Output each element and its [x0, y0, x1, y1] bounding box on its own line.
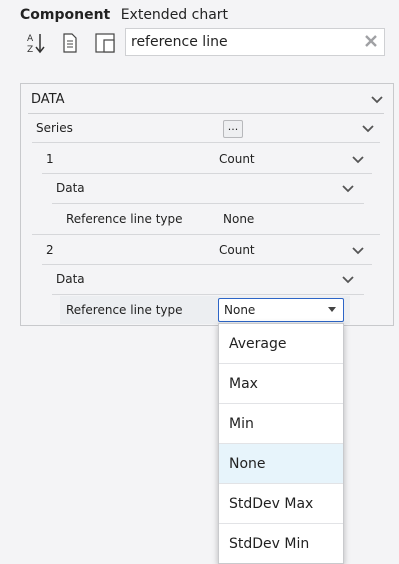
- document-icon[interactable]: [58, 30, 82, 56]
- clear-icon[interactable]: [364, 34, 378, 48]
- series-index: 1: [46, 152, 54, 166]
- dropdown-arrow-icon: [328, 307, 336, 312]
- divider: [42, 264, 372, 265]
- properties-panel: [20, 83, 394, 326]
- chevron-down-icon[interactable]: [352, 247, 364, 255]
- series-more-button[interactable]: ...: [223, 120, 243, 138]
- section-title: DATA: [31, 92, 65, 107]
- search-box[interactable]: [125, 28, 385, 56]
- divider: [32, 234, 380, 235]
- series-aggregate: Count: [219, 243, 255, 257]
- data-label: Data: [56, 181, 85, 195]
- dropdown-option-min[interactable]: Min: [219, 404, 343, 444]
- reference-line-type-label: Reference line type: [66, 212, 183, 226]
- divider: [42, 173, 372, 174]
- data-label: Data: [56, 272, 85, 286]
- select-value: None: [224, 303, 256, 317]
- series-aggregate: Count: [219, 152, 255, 166]
- reference-line-type-dropdown: Average Max Min None StdDev Max StdDev M…: [218, 323, 344, 564]
- component-title: Component: [20, 7, 111, 23]
- layout-icon[interactable]: [93, 30, 117, 56]
- series-label: Series: [36, 121, 73, 135]
- dropdown-option-stddev-max[interactable]: StdDev Max: [219, 484, 343, 524]
- section-divider: [28, 113, 384, 114]
- divider: [52, 203, 364, 204]
- header: Component Extended chart: [20, 7, 228, 23]
- chevron-down-icon[interactable]: [342, 276, 354, 284]
- divider: [32, 142, 380, 143]
- dropdown-option-average[interactable]: Average: [219, 324, 343, 364]
- chevron-down-icon[interactable]: [371, 96, 383, 104]
- divider: [52, 294, 364, 295]
- dropdown-option-max[interactable]: Max: [219, 364, 343, 404]
- chevron-down-icon[interactable]: [352, 156, 364, 164]
- dropdown-option-none[interactable]: None: [219, 444, 343, 484]
- search-input[interactable]: [126, 29, 346, 55]
- reference-line-type-select[interactable]: None: [218, 298, 344, 322]
- series-index: 2: [46, 243, 54, 257]
- svg-text:A: A: [27, 34, 34, 44]
- chevron-down-icon[interactable]: [342, 185, 354, 193]
- chevron-down-icon[interactable]: [362, 125, 374, 133]
- reference-line-type-label: Reference line type: [66, 303, 183, 317]
- reference-line-type-value[interactable]: None: [223, 212, 254, 226]
- component-subtitle: Extended chart: [120, 7, 229, 23]
- svg-text:Z: Z: [27, 45, 33, 55]
- sort-az-icon[interactable]: A Z: [24, 30, 48, 56]
- dropdown-option-stddev-min[interactable]: StdDev Min: [219, 524, 343, 564]
